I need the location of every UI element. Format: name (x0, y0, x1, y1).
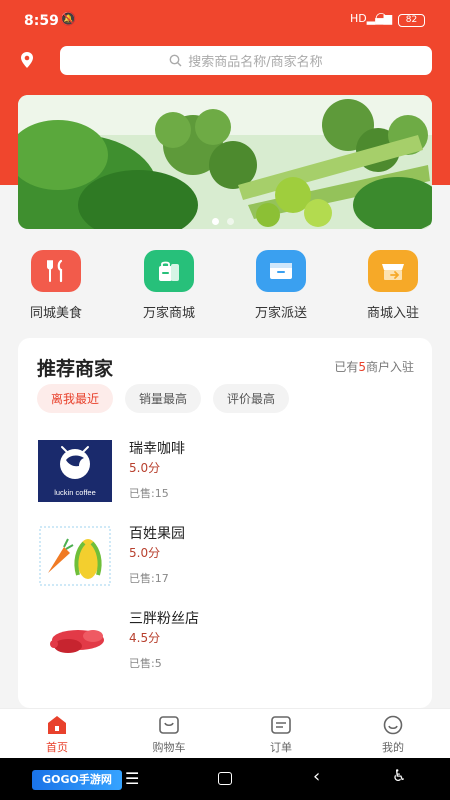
home-icon (12, 714, 102, 736)
tab-profile[interactable]: 我的 (348, 714, 438, 755)
fruit-shop-logo (39, 526, 111, 586)
search-placeholder: 搜索商品名称/商家名称 (188, 55, 323, 70)
profile-icon (348, 714, 438, 736)
tab-label: 首页 (46, 741, 68, 754)
status-bar: 8:59 🔕 HD▂▄▆ ◠ 82 (0, 0, 450, 42)
shop-sold: 已售:5 (129, 657, 162, 670)
bottom-tab-bar: 首页 购物车 订单 我的 (0, 708, 450, 758)
category-food[interactable]: 同城美食 (11, 248, 101, 321)
shop-item[interactable]: 百姓果园 5.0分 已售:17 (38, 523, 418, 593)
category-label: 同城美食 (29, 306, 82, 321)
luckin-logo-text: luckin coffee (54, 488, 96, 497)
filter-nearest[interactable]: 离我最近 (37, 384, 114, 413)
vegetables-banner-image (18, 95, 432, 229)
merchant-count-suffix: 商户入驻 (365, 360, 414, 374)
storefront-icon (368, 250, 418, 292)
battery-icon: 82 (398, 14, 425, 27)
recommend-card: 推荐商家 已有5商户入驻 离我最近 销量最高 评价最高 luckin coffe… (18, 338, 432, 708)
shop-item[interactable]: luckin coffee 瑞幸咖啡 5.0分 已售:15 (38, 438, 418, 508)
tab-cart[interactable]: 购物车 (124, 714, 214, 755)
status-time: 8:59 (24, 13, 59, 29)
fork-knife-icon (31, 250, 81, 292)
noodle-shop-logo (38, 610, 112, 672)
order-icon (236, 714, 326, 736)
merchant-count-prefix: 已有 (334, 360, 359, 374)
home-square-icon[interactable] (218, 772, 232, 785)
shopping-bag-icon (144, 250, 194, 292)
category-label: 商城入驻 (366, 306, 419, 321)
banner-carousel[interactable] (18, 95, 432, 229)
shop-rating: 4.5分 (129, 631, 161, 645)
category-mall[interactable]: 万家商城 (124, 248, 214, 321)
shop-item[interactable]: 三胖粉丝店 4.5分 已售:5 (38, 608, 418, 678)
section-title: 推荐商家 (37, 358, 114, 380)
luckin-coffee-logo: luckin coffee (38, 440, 112, 502)
search-icon (169, 54, 182, 67)
category-label: 万家商城 (142, 306, 195, 321)
shop-name: 瑞幸咖啡 (129, 441, 185, 457)
merchant-count-number: 5 (358, 360, 366, 374)
menu-icon[interactable]: ☰ (125, 769, 139, 788)
category-delivery[interactable]: 万家派送 (236, 248, 326, 321)
shop-sold: 已售:17 (129, 572, 169, 585)
tab-label: 我的 (382, 741, 404, 754)
category-join[interactable]: 商城入驻 (348, 248, 438, 321)
banner-pagination (212, 218, 234, 225)
merchant-count: 已有5商户入驻 (334, 358, 414, 375)
shop-rating: 5.0分 (129, 546, 161, 560)
delivery-box-icon (256, 250, 306, 292)
tab-label: 订单 (270, 741, 292, 754)
category-label: 万家派送 (254, 306, 307, 321)
watermark-logo: GOGO手游网 (32, 770, 122, 790)
shop-name: 百姓果园 (129, 526, 185, 542)
search-bar[interactable]: 搜索商品名称/商家名称 (60, 46, 432, 75)
cart-icon (124, 714, 214, 736)
back-icon[interactable]: ‹ (313, 766, 320, 787)
shop-sold: 已售:15 (129, 487, 169, 500)
category-shortcuts: 同城美食 万家商城 万家派送 商城入驻 (0, 248, 450, 321)
tab-orders[interactable]: 订单 (236, 714, 326, 755)
shop-rating: 5.0分 (129, 461, 161, 475)
signal-label: HD (350, 12, 367, 25)
banner-dot[interactable] (212, 218, 219, 225)
sort-filters: 离我最近 销量最高 评价最高 (37, 384, 290, 413)
wifi-icon: ◠ (375, 10, 388, 26)
filter-top-rated[interactable]: 评价最高 (213, 384, 290, 413)
shop-name: 三胖粉丝店 (129, 611, 199, 627)
tab-label: 购物车 (152, 741, 186, 754)
tab-home[interactable]: 首页 (12, 714, 102, 755)
accessibility-icon[interactable]: ♿ (392, 766, 406, 785)
mute-icon: 🔕 (60, 12, 77, 27)
banner-dot[interactable] (227, 218, 234, 225)
filter-top-sales[interactable]: 销量最高 (125, 384, 202, 413)
location-pin-icon[interactable] (20, 52, 34, 68)
system-nav-bar: GOGO手游网 ☰ ‹ ♿ (0, 758, 450, 800)
